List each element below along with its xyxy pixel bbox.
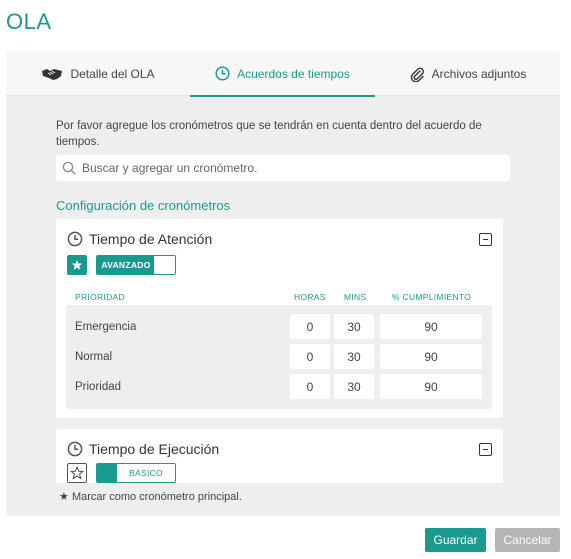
star-outline-icon bbox=[70, 466, 84, 480]
clock-icon bbox=[67, 441, 83, 457]
clock-icon bbox=[215, 66, 230, 81]
tab-label: Archivos adjuntos bbox=[431, 66, 527, 81]
page-title: OLA bbox=[6, 9, 52, 34]
clock-icon bbox=[67, 231, 83, 247]
intro-text: Por favor agregue los cronómetros que se… bbox=[56, 120, 482, 148]
table-row: Normal bbox=[66, 344, 492, 370]
priority-label: Normal bbox=[75, 351, 113, 363]
handshake-icon bbox=[41, 67, 63, 81]
compliance-input[interactable] bbox=[380, 314, 482, 339]
footnote: ★ Marcar como cronómetro principal. bbox=[59, 490, 242, 503]
footnote-text: Marcar como cronómetro principal. bbox=[71, 491, 242, 503]
table-row: Prioridad bbox=[66, 374, 492, 400]
search-icon bbox=[62, 161, 76, 175]
timer-search[interactable] bbox=[56, 155, 510, 181]
timer-card-header: Tiempo de Atención bbox=[67, 231, 212, 247]
hours-input[interactable] bbox=[290, 314, 330, 339]
tab-archivos-adjuntos[interactable]: Archivos adjuntos bbox=[375, 51, 560, 96]
tab-bar: Detalle del OLA Acuerdos de tiempos Arch… bbox=[6, 51, 560, 97]
timer-card-atencion: Tiempo de Atención AVANZADO PRIORIDAD HO… bbox=[56, 219, 503, 418]
star-icon bbox=[72, 260, 82, 270]
timer-card-ejecucion: Tiempo de Ejecución BÁSICO bbox=[56, 429, 503, 483]
col-header-hours: HORAS bbox=[294, 292, 326, 302]
ola-panel: Detalle del OLA Acuerdos de tiempos Arch… bbox=[6, 51, 560, 516]
mins-input[interactable] bbox=[334, 374, 374, 399]
cancel-button[interactable]: Cancelar bbox=[495, 528, 560, 552]
paperclip-icon bbox=[409, 66, 425, 82]
mode-toggle-label: BÁSICO bbox=[129, 468, 163, 478]
toggle-knob bbox=[97, 464, 117, 482]
star-icon: ★ bbox=[59, 491, 69, 503]
save-button[interactable]: Guardar bbox=[425, 528, 486, 552]
mode-toggle-label: AVANZADO bbox=[97, 256, 155, 274]
tab-label: Acuerdos de tiempos bbox=[237, 66, 350, 81]
compliance-input[interactable] bbox=[380, 344, 482, 369]
timer-title: Tiempo de Atención bbox=[89, 231, 213, 247]
mode-toggle-basic[interactable]: BÁSICO bbox=[96, 463, 176, 483]
mode-toggle-advanced[interactable]: AVANZADO bbox=[96, 255, 176, 275]
priority-label: Emergencia bbox=[75, 321, 137, 333]
priority-table: Emergencia Normal Prioridad bbox=[66, 305, 492, 409]
tab-acuerdos-tiempos[interactable]: Acuerdos de tiempos bbox=[190, 51, 375, 97]
tab-label: Detalle del OLA bbox=[70, 66, 155, 81]
col-header-mins: MINS bbox=[344, 292, 367, 302]
minus-icon bbox=[483, 448, 488, 451]
timer-title: Tiempo de Ejecución bbox=[89, 441, 220, 457]
compliance-input[interactable] bbox=[380, 374, 482, 399]
timer-card-header: Tiempo de Ejecución bbox=[67, 441, 219, 457]
mins-input[interactable] bbox=[334, 314, 374, 339]
main-timer-star-button[interactable] bbox=[67, 463, 87, 483]
table-row: Emergencia bbox=[66, 314, 492, 340]
hours-input[interactable] bbox=[290, 344, 330, 369]
section-title: Configuración de cronómetros bbox=[56, 198, 231, 213]
toggle-knob bbox=[154, 256, 175, 274]
col-header-priority: PRIORIDAD bbox=[75, 292, 125, 302]
priority-label: Prioridad bbox=[75, 381, 122, 393]
hours-input[interactable] bbox=[290, 374, 330, 399]
tab-detalle-ola[interactable]: Detalle del OLA bbox=[6, 51, 190, 96]
collapse-button[interactable] bbox=[479, 443, 492, 456]
search-input[interactable] bbox=[82, 161, 502, 175]
col-header-compliance: % CUMPLIMIENTO bbox=[392, 292, 472, 302]
mins-input[interactable] bbox=[334, 344, 374, 369]
main-timer-star-button[interactable] bbox=[67, 255, 87, 275]
minus-icon bbox=[483, 238, 488, 241]
collapse-button[interactable] bbox=[479, 233, 492, 246]
